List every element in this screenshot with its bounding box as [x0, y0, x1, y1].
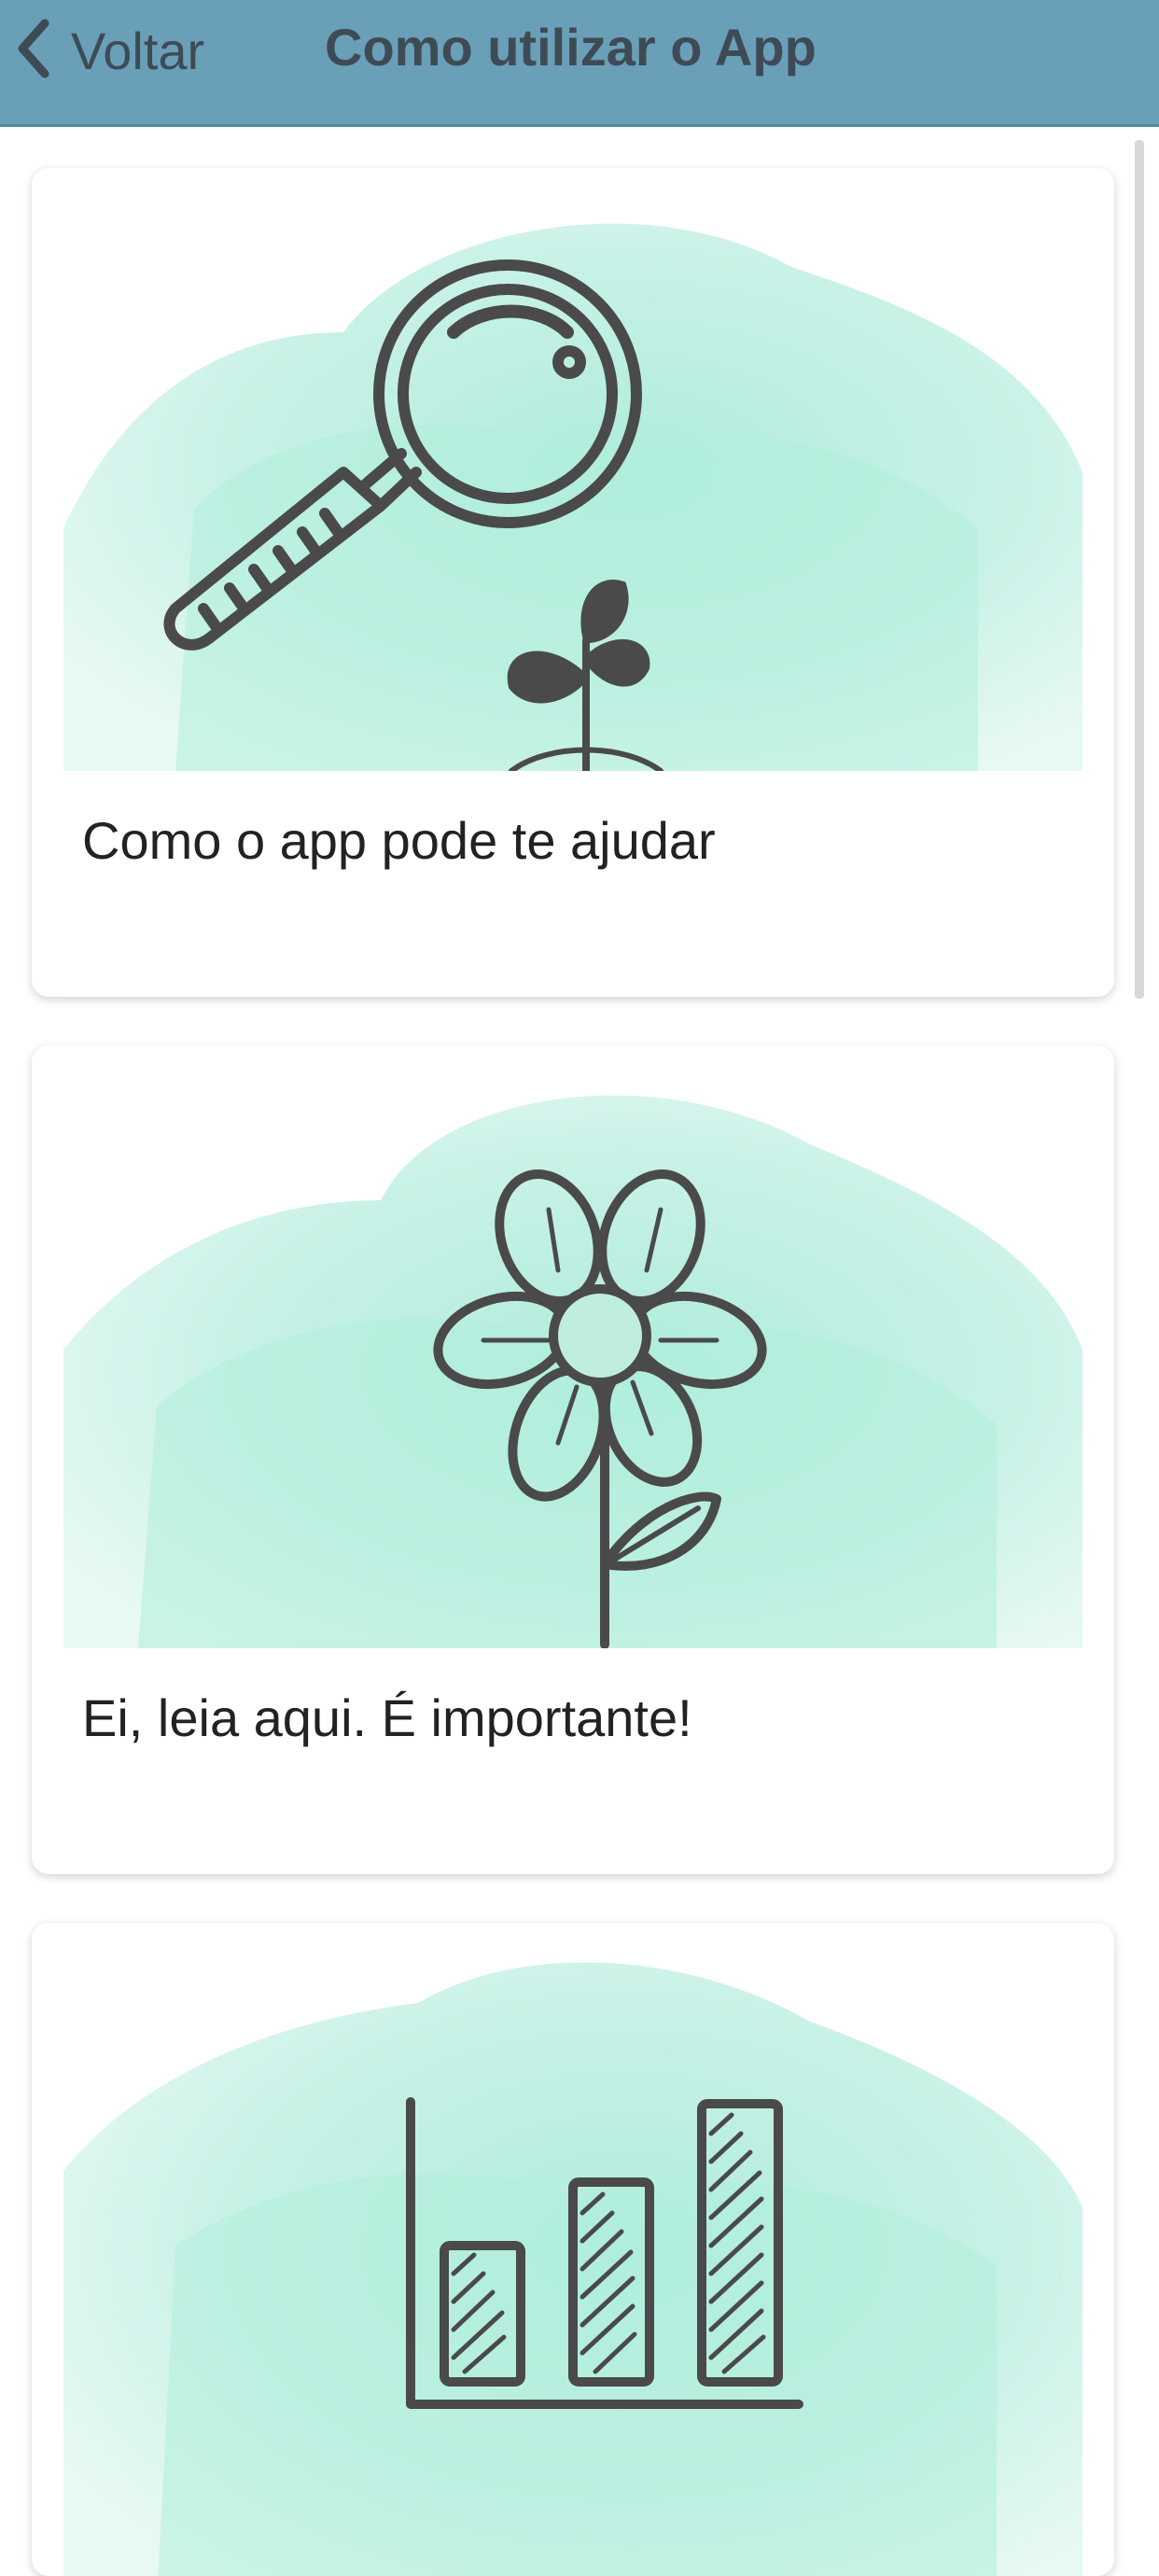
flower-icon [63, 1070, 1082, 1648]
magnifier-plant-icon [63, 192, 1082, 771]
card-image [63, 1947, 1082, 2576]
back-label: Voltar [71, 21, 205, 80]
card-image [63, 192, 1082, 771]
card-how-app-helps[interactable]: Como o app pode te ajudar [32, 168, 1114, 997]
page-title: Como utilizar o App [325, 18, 817, 77]
scrollbar[interactable] [1135, 140, 1144, 999]
chevron-left-icon [13, 16, 56, 86]
top-app-bar: Voltar Como utilizar o App [0, 0, 1159, 127]
bar-chart-icon [63, 1947, 1082, 2576]
card-progress[interactable] [32, 1923, 1114, 2576]
card-title: Como o app pode te ajudar [82, 811, 716, 870]
card-image [63, 1070, 1082, 1648]
card-read-important[interactable]: Ei, leia aqui. É importante! [32, 1045, 1114, 1874]
card-title: Ei, leia aqui. É importante! [82, 1688, 692, 1747]
back-button[interactable]: Voltar [13, 13, 204, 88]
